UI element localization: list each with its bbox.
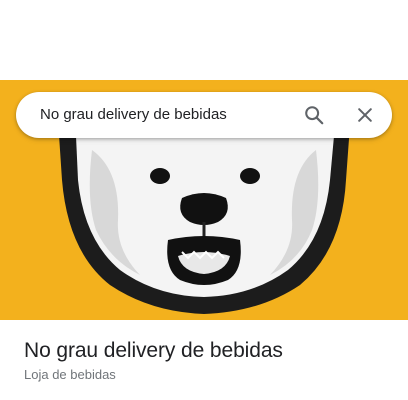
place-info-panel: No grau delivery de bebidas Loja de bebi… <box>0 320 408 400</box>
search-input[interactable]: No grau delivery de bebidas <box>40 92 227 138</box>
place-title: No grau delivery de bebidas <box>24 339 283 362</box>
top-blank-area <box>0 0 408 80</box>
search-bar[interactable]: No grau delivery de bebidas <box>16 92 392 138</box>
place-category: Loja de bebidas <box>24 367 116 382</box>
close-icon[interactable] <box>349 99 381 131</box>
search-icon[interactable] <box>298 99 330 131</box>
